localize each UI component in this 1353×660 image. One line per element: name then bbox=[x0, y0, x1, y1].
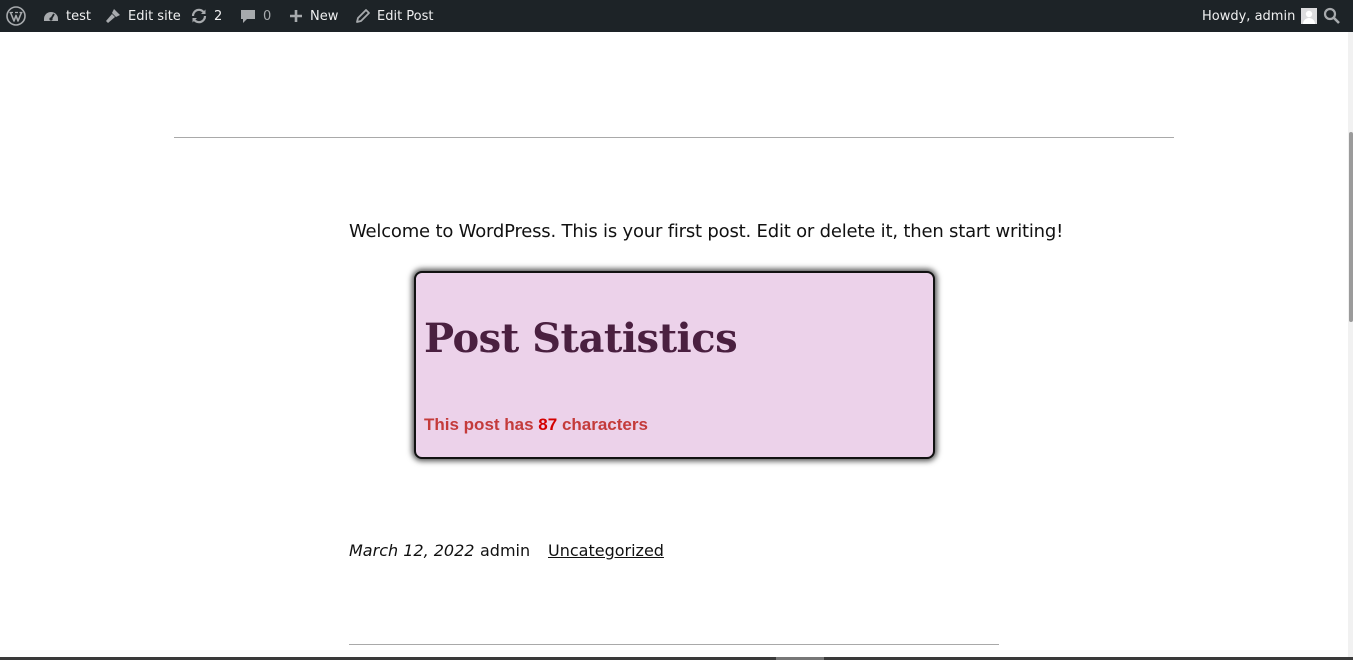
header-separator bbox=[174, 137, 1174, 138]
comment-icon bbox=[241, 10, 255, 23]
updates-link[interactable]: 2 bbox=[190, 0, 222, 32]
post-intro-paragraph: Welcome to WordPress. This is your first… bbox=[349, 221, 1064, 242]
avatar bbox=[1301, 8, 1318, 24]
edit-site-label: Edit site bbox=[128, 8, 181, 24]
edit-site-link[interactable]: Edit site bbox=[104, 0, 181, 32]
post-date: March 12, 2022 bbox=[349, 541, 475, 560]
greeting-label: Howdy, admin bbox=[1202, 8, 1296, 24]
wordpress-logo-icon bbox=[6, 6, 26, 26]
new-content-link[interactable]: New bbox=[288, 0, 338, 32]
site-name-label: test bbox=[66, 8, 91, 24]
comments-count: 0 bbox=[263, 8, 272, 24]
search-button[interactable] bbox=[1323, 0, 1341, 32]
post-author[interactable]: admin bbox=[480, 541, 530, 560]
brush-icon bbox=[106, 9, 120, 23]
vertical-scrollbar[interactable] bbox=[1348, 32, 1353, 660]
footer-separator bbox=[349, 644, 999, 645]
plus-icon bbox=[290, 10, 302, 22]
updates-count: 2 bbox=[214, 8, 223, 24]
post-statistics-box: Post Statistics This post has 87 charact… bbox=[414, 271, 935, 459]
my-account-link[interactable]: Howdy, admin bbox=[1202, 0, 1318, 32]
character-count-value: 87 bbox=[538, 415, 558, 434]
pencil-icon bbox=[356, 8, 370, 23]
dashboard-icon bbox=[44, 12, 58, 21]
user-avatar-icon bbox=[1303, 10, 1316, 24]
scrollbar-thumb[interactable] bbox=[1349, 132, 1353, 322]
character-count-prefix: This post has bbox=[424, 415, 539, 434]
character-count-suffix: characters bbox=[557, 415, 648, 434]
site-name-link[interactable]: test bbox=[42, 0, 91, 32]
post-statistics-title: Post Statistics bbox=[424, 315, 738, 362]
new-label: New bbox=[310, 8, 339, 24]
edit-post-label: Edit Post bbox=[377, 8, 434, 24]
wordpress-logo-button[interactable] bbox=[6, 0, 26, 32]
character-count-text: This post has 87 characters bbox=[424, 415, 648, 435]
updates-icon bbox=[191, 8, 207, 24]
admin-bar: test Edit site 2 0 New Edit Post Howdy, … bbox=[0, 0, 1353, 32]
search-icon bbox=[1323, 7, 1340, 24]
edit-post-link[interactable]: Edit Post bbox=[354, 0, 434, 32]
comments-link[interactable]: 0 bbox=[239, 0, 271, 32]
post-category-link[interactable]: Uncategorized bbox=[548, 541, 664, 560]
